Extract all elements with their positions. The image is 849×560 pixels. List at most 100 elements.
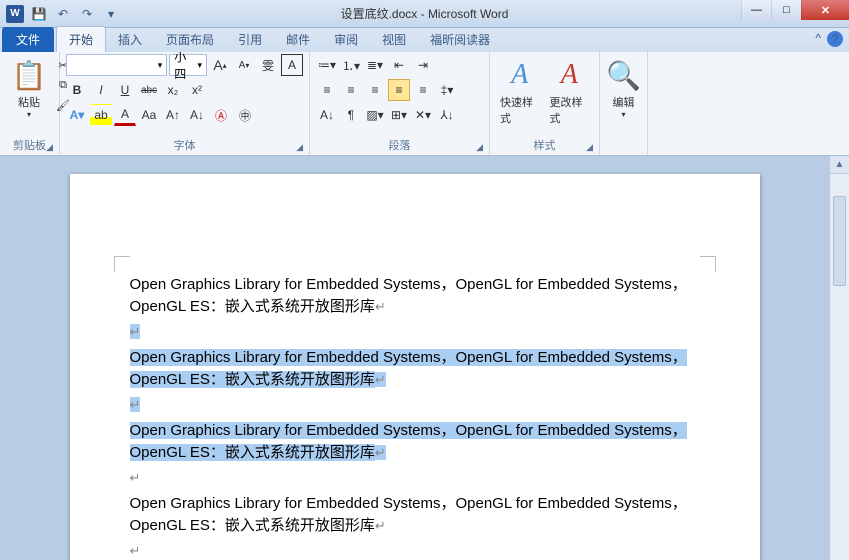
grow-font2-icon[interactable]: A↑ — [162, 104, 184, 126]
group-label-font: 字体◢ — [66, 135, 303, 155]
clear-formatting-icon[interactable]: Ⓐ — [210, 104, 232, 126]
shrink-font2-icon[interactable]: A↓ — [186, 104, 208, 126]
highlight-color-icon[interactable]: ab — [90, 104, 112, 126]
group-paragraph: ≔▾ ⒈▾ ≣▾ ⇤ ⇥ ≡ ≡ ≡ ≡ ≡ ‡▾ A↓ ¶ ▨▾ ⊞▾ ✕▾ … — [310, 52, 490, 155]
align-left-icon[interactable]: ≡ — [316, 79, 338, 101]
quick-access-toolbar: W 💾 ↶ ↷ ▾ — [0, 3, 122, 25]
maximize-button[interactable]: □ — [771, 0, 801, 20]
quick-styles-label: 快速样式 — [500, 94, 540, 126]
empty-para-1[interactable]: ↵ — [130, 322, 700, 343]
tab-view[interactable]: 视图 — [370, 27, 418, 52]
scroll-thumb[interactable] — [833, 196, 846, 286]
title-bar: W 💾 ↶ ↷ ▾ 设置底纹.docx - Microsoft Word — □… — [0, 0, 849, 28]
minimize-button[interactable]: — — [741, 0, 771, 20]
editing-button[interactable]: 🔍 编辑 ▾ — [601, 54, 647, 121]
paragraph-3[interactable]: Open Graphics Library for Embedded Syste… — [130, 420, 700, 464]
empty-para-2[interactable]: ↵ — [130, 395, 700, 416]
shrink-font-icon[interactable]: A▾ — [233, 54, 255, 76]
save-icon[interactable]: 💾 — [28, 3, 50, 25]
enclosed-char-icon[interactable]: ㊥ — [234, 104, 256, 126]
italic-button[interactable]: I — [90, 79, 112, 101]
quick-styles-icon: A — [511, 56, 528, 94]
bold-button[interactable]: B — [66, 79, 88, 101]
find-icon: 🔍 — [606, 56, 641, 94]
group-label-paragraph: 段落◢ — [316, 135, 483, 155]
decrease-indent-icon[interactable]: ⇤ — [388, 54, 410, 76]
paste-button[interactable]: 📋 粘贴 ▾ — [6, 54, 52, 121]
word-icon: W — [6, 5, 24, 23]
clipboard-launcher-icon[interactable]: ◢ — [46, 142, 53, 153]
align-center-icon[interactable]: ≡ — [340, 79, 362, 101]
distribute-icon[interactable]: ≡ — [412, 79, 434, 101]
ribbon: 📋 粘贴 ▾ ✂ ⧉ 🖌 剪贴板◢ ▾ 小四▾ A▴ A▾ 雯 A B — [0, 52, 849, 156]
pilcrow-icon: ↵ — [375, 518, 386, 533]
redo-icon[interactable]: ↷ — [76, 3, 98, 25]
quick-styles-button[interactable]: A 快速样式 — [496, 54, 544, 128]
scroll-up-icon[interactable]: ▲ — [830, 156, 849, 174]
styles-launcher-icon[interactable]: ◢ — [586, 142, 593, 153]
strike-button[interactable]: abc — [138, 79, 160, 101]
char-border-icon[interactable]: A — [281, 54, 303, 76]
sort-icon[interactable]: A↓ — [316, 104, 338, 126]
vertical-scrollbar[interactable]: ▲ — [829, 156, 849, 560]
paragraph-2[interactable]: Open Graphics Library for Embedded Syste… — [130, 347, 700, 391]
empty-para-3[interactable]: ↵ — [130, 468, 700, 489]
tab-foxit[interactable]: 福昕阅读器 — [418, 27, 502, 52]
tab-layout[interactable]: 页面布局 — [154, 27, 226, 52]
bullets-icon[interactable]: ≔▾ — [316, 54, 338, 76]
numbering-icon[interactable]: ⒈▾ — [340, 54, 362, 76]
group-font: ▾ 小四▾ A▴ A▾ 雯 A B I U abc x₂ x² A▾ ab A … — [60, 52, 310, 155]
margin-corner-tl — [114, 256, 130, 272]
font-name-combo[interactable]: ▾ — [66, 54, 167, 76]
document-area[interactable]: Open Graphics Library for Embedded Syste… — [0, 156, 829, 560]
tab-mailings[interactable]: 邮件 — [274, 27, 322, 52]
tab-review[interactable]: 审阅 — [322, 27, 370, 52]
paste-label: 粘贴 — [18, 94, 40, 110]
text-effects-icon[interactable]: A▾ — [66, 104, 88, 126]
phonetic-guide-icon[interactable]: 雯 — [257, 54, 279, 76]
app-icon[interactable]: W — [4, 3, 26, 25]
font-launcher-icon[interactable]: ◢ — [296, 142, 303, 153]
tab-insert[interactable]: 插入 — [106, 27, 154, 52]
group-label-clipboard: 剪贴板◢ — [6, 135, 53, 155]
undo-icon[interactable]: ↶ — [52, 3, 74, 25]
subscript-button[interactable]: x₂ — [162, 79, 184, 101]
font-color-icon[interactable]: A — [114, 104, 136, 126]
ribbon-tabs: 文件 开始 插入 页面布局 引用 邮件 审阅 视图 福昕阅读器 ^ ? — [0, 28, 849, 52]
empty-para-4[interactable]: ↵ — [130, 541, 700, 560]
x-icon[interactable]: ✕▾ — [412, 104, 434, 126]
underline-button[interactable]: U — [114, 79, 136, 101]
change-styles-button[interactable]: A 更改样式 — [546, 54, 594, 128]
font-size-combo[interactable]: 小四▾ — [169, 54, 207, 76]
minimize-ribbon-icon[interactable]: ^ — [815, 31, 821, 47]
grow-font-icon[interactable]: A▴ — [209, 54, 231, 76]
line-spacing-icon[interactable]: ‡▾ — [436, 79, 458, 101]
shading-icon[interactable]: ▨▾ — [364, 104, 386, 126]
close-button[interactable]: ✕ — [801, 0, 849, 20]
pilcrow-icon: ↵ — [375, 299, 386, 314]
pilcrow-icon: ↵ — [375, 445, 386, 460]
window-title: 设置底纹.docx - Microsoft Word — [341, 5, 509, 22]
show-marks-icon[interactable]: ¶ — [340, 104, 362, 126]
align-right-icon[interactable]: ≡ — [364, 79, 386, 101]
superscript-button[interactable]: x² — [186, 79, 208, 101]
help-icon[interactable]: ? — [827, 31, 843, 47]
increase-indent-icon[interactable]: ⇥ — [412, 54, 434, 76]
para-sort2-icon[interactable]: ⅄↓ — [436, 104, 458, 126]
justify-icon[interactable]: ≡ — [388, 79, 410, 101]
borders-icon[interactable]: ⊞▾ — [388, 104, 410, 126]
paragraph-1[interactable]: Open Graphics Library for Embedded Syste… — [130, 274, 700, 318]
qat-dropdown-icon[interactable]: ▾ — [100, 3, 122, 25]
window-controls: — □ ✕ — [741, 0, 849, 20]
tab-home[interactable]: 开始 — [56, 26, 106, 52]
paragraph-4[interactable]: Open Graphics Library for Embedded Syste… — [130, 493, 700, 537]
paragraph-launcher-icon[interactable]: ◢ — [476, 142, 483, 153]
multilevel-icon[interactable]: ≣▾ — [364, 54, 386, 76]
editing-label: 编辑 — [613, 94, 635, 110]
page: Open Graphics Library for Embedded Syste… — [70, 174, 760, 560]
group-clipboard: 📋 粘贴 ▾ ✂ ⧉ 🖌 剪贴板◢ — [0, 52, 60, 155]
tab-file[interactable]: 文件 — [2, 27, 54, 52]
group-editing: 🔍 编辑 ▾ — [600, 52, 648, 155]
change-case-icon[interactable]: Aa — [138, 104, 160, 126]
tab-references[interactable]: 引用 — [226, 27, 274, 52]
